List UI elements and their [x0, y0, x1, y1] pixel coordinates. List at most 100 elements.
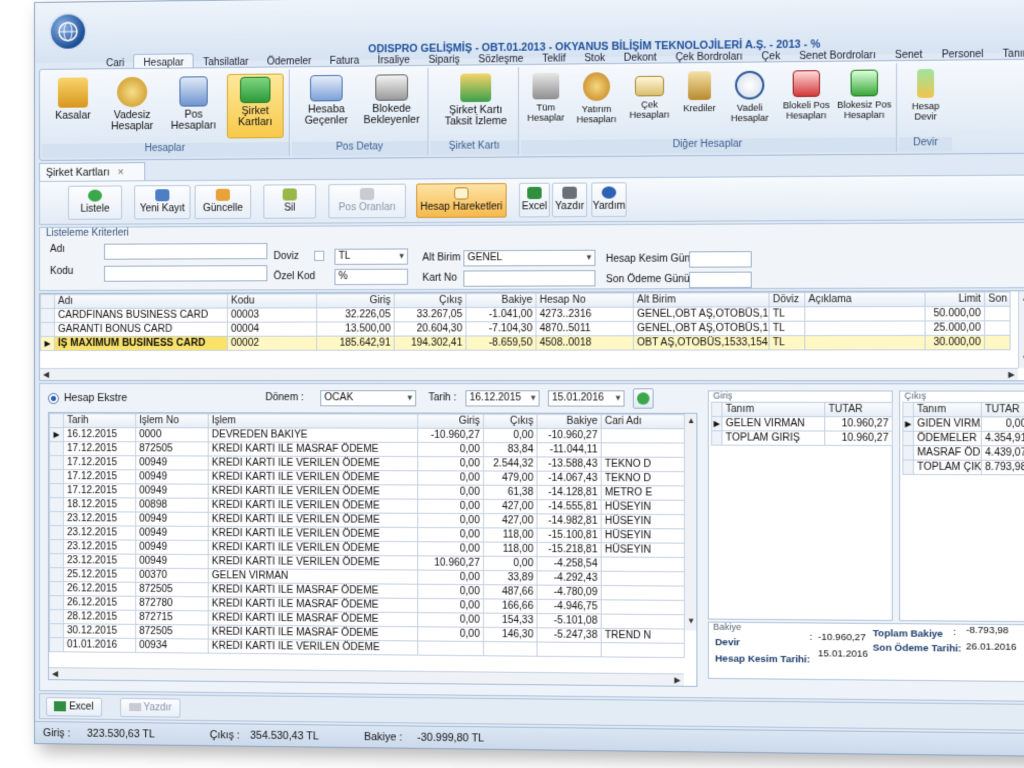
hesap-ekstre-radio[interactable]	[47, 393, 59, 405]
table-cell: 427,00	[483, 513, 538, 529]
listele-button[interactable]: Listele	[67, 185, 123, 220]
column-header[interactable]: Döviz	[769, 292, 805, 307]
scroll-right-icon[interactable]: ▶	[1008, 370, 1015, 380]
column-header[interactable]: İşlem No	[135, 413, 209, 428]
ekstre-refresh-button[interactable]	[632, 388, 654, 409]
sil-button[interactable]: Sil	[263, 184, 317, 219]
kasalar-button[interactable]: Kasalar	[46, 75, 100, 122]
table-cell: 20.604,30	[394, 321, 466, 337]
column-header[interactable]: Kodu	[227, 293, 317, 309]
hesap-hareketleri-button[interactable]: Hesap Hareketleri	[416, 182, 507, 219]
table-row[interactable]: MASRAF ÖDEME 4.439,07	[902, 445, 1024, 461]
column-header[interactable]: Bakiye	[465, 293, 536, 308]
column-header[interactable]: Tanım	[913, 402, 982, 417]
scroll-down-icon[interactable]: ▼	[687, 616, 695, 626]
excel-button[interactable]: Excel	[518, 182, 550, 218]
table-row[interactable]: ▶ İŞ MAXİMUM BUSİNESS CARD 00002 185.642,91…	[40, 335, 1011, 351]
vadesiz-hesaplar-button[interactable]: Vadesiz Hesaplar	[102, 75, 162, 133]
pos-hesaplari-button[interactable]: Pos Hesapları	[164, 74, 223, 132]
column-header[interactable]: TUTAR	[981, 402, 1024, 417]
cards-vertical-scrollbar[interactable]: ▲ ▼	[1018, 291, 1024, 368]
table-row[interactable]: ÖDEMELER 4.354,91	[902, 431, 1024, 446]
column-header[interactable]: Son	[984, 291, 1011, 307]
vadeli-hesaplar-button[interactable]: Vadeli Hesaplar	[725, 69, 775, 124]
kodu-input[interactable]	[104, 265, 268, 282]
column-header[interactable]: İşlem	[208, 413, 418, 429]
column-header[interactable]: Hesap No	[535, 292, 634, 308]
pos-oranlari-button[interactable]: Pos Oranları	[328, 183, 406, 219]
column-header[interactable]: Alt Birim	[633, 292, 770, 308]
document-tab-sirket-kartlari[interactable]: Şirket Kartları ×	[38, 162, 146, 181]
son-odeme-input[interactable]	[689, 271, 752, 289]
column-header[interactable]: Cari Adı	[601, 414, 685, 429]
close-icon[interactable]: ×	[118, 166, 124, 178]
table-row[interactable]: ▶ 16.12.2015 0000 DEVREDEN BAKİYE -10.960,27…	[49, 427, 685, 444]
kart-no-input[interactable]	[463, 270, 596, 287]
column-header[interactable]: Tanım	[721, 402, 825, 417]
table-cell: 28.12.2015	[63, 609, 136, 625]
table-row[interactable]: TOPLAM GİRİŞ 10.960,27	[711, 430, 893, 446]
doviz-checkbox[interactable]	[314, 250, 325, 261]
bottom-excel-button[interactable]: Excel	[45, 697, 103, 717]
donem-select[interactable]: OCAK	[320, 390, 417, 407]
hesap-devir-button[interactable]: Hesap Devir	[903, 67, 948, 122]
yeni-kayit-button[interactable]: Yeni Kayıt	[134, 185, 191, 220]
yardim-button[interactable]: Yardım	[591, 182, 627, 218]
table-row[interactable]: GARANTİ BONUS CARD 00004 13.500,00 20.604,3…	[40, 320, 1011, 337]
alt-birim-select[interactable]: GENEL	[463, 249, 596, 267]
guncelle-button[interactable]: Güncelle	[194, 184, 252, 220]
hesap-kesim-input[interactable]	[689, 251, 752, 268]
bottom-yazdir-button[interactable]: Yazdır	[120, 697, 181, 718]
ozel-kod-input[interactable]: %	[334, 268, 409, 286]
table-cell: 0,00	[417, 470, 484, 486]
blokede-bekleyenler-button[interactable]: Blokede Bekleyenler	[359, 72, 424, 126]
table-cell: KREDİ KARTI İLE VERİLEN ÖDEME	[208, 526, 418, 542]
tarih-to-input[interactable]: 15.01.2016	[547, 390, 625, 407]
krediler-button[interactable]: Krediler	[677, 69, 723, 113]
hesap-kesim-label: Hesap Kesim Günü	[605, 253, 697, 265]
taksit-izleme-button[interactable]: Şirket Kartı Taksit İzleme	[437, 71, 515, 128]
column-header[interactable]: Giriş	[417, 414, 484, 429]
table-row[interactable]: CARDFİNANS BUSİNESS CARD 00003 32.226,05 33…	[40, 306, 1011, 323]
table-cell: 00003	[227, 307, 317, 323]
column-header[interactable]: Limit	[925, 291, 985, 307]
doviz-select[interactable]: TL	[334, 248, 409, 265]
sirket-kartlari-button[interactable]: Şirket Kartları	[226, 73, 284, 139]
hesaba-gecenler-button[interactable]: Hesaba Geçenler	[296, 73, 357, 127]
column-header[interactable]: Çıkış	[394, 293, 466, 308]
column-header[interactable]: TUTAR	[824, 402, 893, 417]
column-header[interactable]: Tarih	[63, 413, 136, 428]
tarih-from-input[interactable]: 16.12.2015	[465, 390, 540, 407]
row-indicator	[902, 445, 914, 461]
scroll-right-icon[interactable]: ▶	[674, 675, 680, 685]
row-indicator	[40, 322, 55, 337]
adi-input[interactable]	[104, 242, 268, 260]
column-header[interactable]: Bakiye	[537, 414, 602, 429]
table-cell: HÜSEYİN	[601, 514, 685, 529]
table-row[interactable]: TOPLAM ÇIKIŞ 8.793,98	[902, 459, 1024, 475]
table-cell: ÖDEMELER	[913, 431, 982, 446]
cek-hesaplari-button[interactable]: Çek Hesapları	[625, 70, 675, 120]
column-header[interactable]: Çıkış	[483, 414, 538, 429]
table-cell: 17.12.2015	[63, 455, 136, 470]
scroll-left-icon[interactable]: ◀	[52, 669, 58, 679]
calendar-card-icon	[375, 74, 409, 101]
ekstre-vertical-scrollbar[interactable]: ▲ ▼	[683, 413, 697, 631]
cards-horizontal-scrollbar[interactable]: ◀ ▶	[39, 367, 1019, 381]
table-row[interactable]: ▶ GİDEN VİRMAN 0,00	[902, 416, 1024, 432]
blokesiz-pos-button[interactable]: Blokesiz Pos Hesapları	[836, 67, 893, 120]
tum-hesaplar-button[interactable]: Tüm Hesaplar	[523, 71, 568, 123]
table-cell: 17.12.2015	[63, 469, 136, 484]
ekstre-horizontal-scrollbar[interactable]: ◀ ▶	[48, 667, 684, 686]
scroll-up-icon[interactable]: ▲	[687, 416, 695, 426]
column-header[interactable]: Giriş	[316, 293, 395, 308]
app-menu-orb[interactable]	[48, 12, 87, 51]
table-cell: 479,00	[483, 470, 538, 486]
yazdir-button[interactable]: Yazdır	[552, 182, 588, 218]
blokeli-pos-button[interactable]: Blokeli Pos Hesapları	[779, 68, 834, 121]
table-row[interactable]: ▶ GELEN VİRMAN 10.960,27	[711, 416, 893, 432]
yatirim-hesaplari-button[interactable]: Yatırım Hesapları	[571, 70, 623, 125]
column-header[interactable]: Adı	[54, 293, 228, 309]
scroll-left-icon[interactable]: ◀	[43, 370, 49, 380]
column-header[interactable]: Açıklama	[804, 292, 926, 307]
